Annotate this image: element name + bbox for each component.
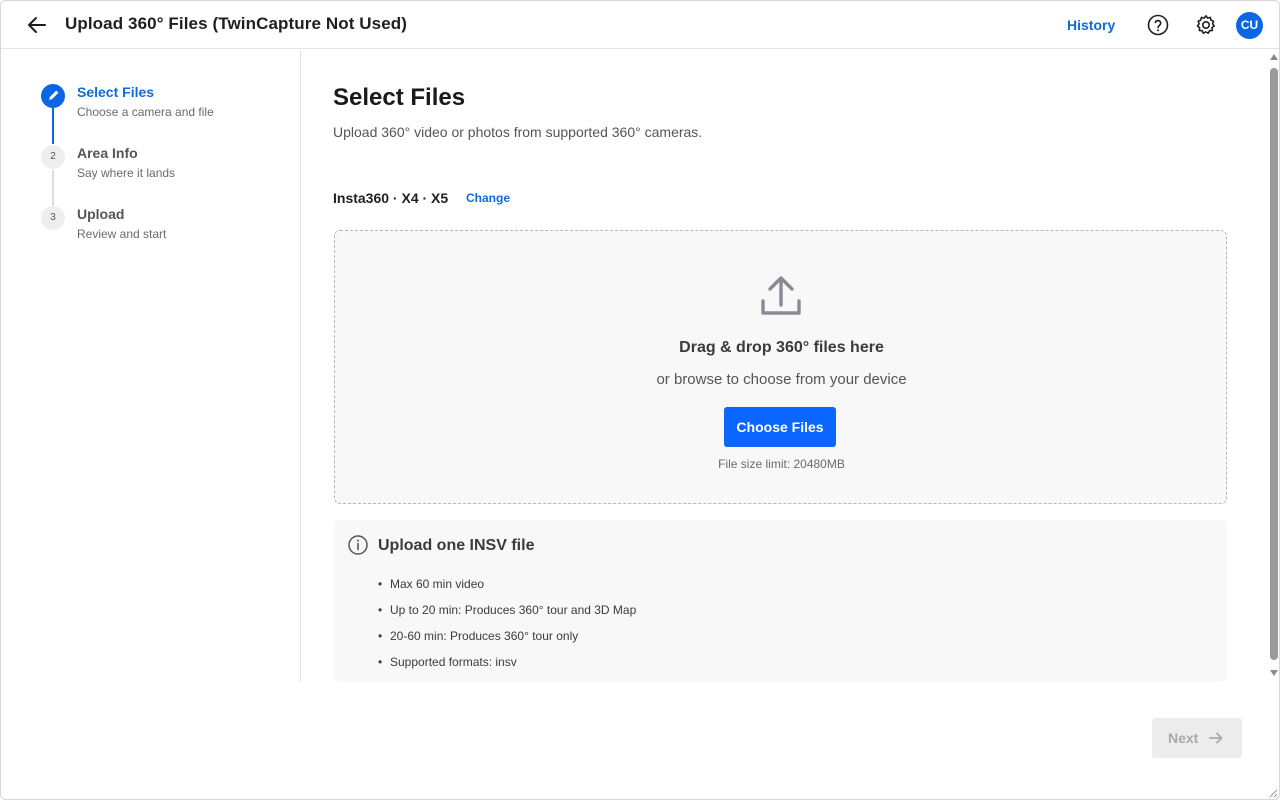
- scroll-down-arrow[interactable]: [1270, 670, 1278, 676]
- step-subtitle: Choose a camera and file: [77, 105, 214, 119]
- step-title: Select Files: [77, 84, 155, 100]
- file-dropzone[interactable]: Drag & drop 360° files here or browse to…: [334, 230, 1227, 504]
- gear-icon: [1196, 15, 1215, 34]
- history-link[interactable]: History: [1067, 17, 1115, 33]
- page-title: Select Files: [333, 84, 466, 111]
- choose-files-button[interactable]: Choose Files: [724, 407, 836, 447]
- resize-grip-icon[interactable]: [1269, 789, 1278, 798]
- change-camera-link[interactable]: Change: [466, 191, 510, 205]
- user-avatar[interactable]: CU: [1236, 12, 1263, 39]
- upload-info-panel: Upload one INSV file Max 60 min video Up…: [334, 520, 1227, 682]
- list-item: Max 60 min video: [378, 576, 636, 602]
- upload-icon: [761, 276, 801, 315]
- step-upload[interactable]: 3 Upload Review and start: [41, 206, 281, 256]
- list-item: Supported formats: insv: [378, 654, 636, 680]
- dropzone-subtitle: or browse to choose from your device: [656, 371, 907, 388]
- step-title: Area Info: [77, 145, 138, 161]
- info-title: Upload one INSV file: [378, 537, 535, 554]
- help-button[interactable]: [1146, 13, 1170, 37]
- step-subtitle: Review and start: [77, 227, 167, 241]
- next-button-label: Next: [1168, 730, 1199, 746]
- settings-button[interactable]: [1194, 13, 1218, 37]
- help-circle-icon: [1147, 14, 1169, 36]
- main-content: Select Files Upload 360° video or photos…: [302, 50, 1267, 682]
- file-size-limit: File size limit: 20480MB: [718, 457, 845, 471]
- step-subtitle: Say where it lands: [77, 166, 176, 180]
- scroll-up-arrow[interactable]: [1270, 54, 1278, 60]
- header: Upload 360° Files (TwinCapture Not Used)…: [1, 1, 1279, 49]
- step-1-indicator: [41, 84, 65, 108]
- page-description: Upload 360° video or photos from support…: [333, 124, 703, 140]
- step-title: Upload: [77, 206, 125, 222]
- pencil-icon: [49, 90, 59, 100]
- camera-name: Insta360 · X4 · X5: [333, 190, 449, 206]
- next-button[interactable]: Next: [1152, 718, 1242, 758]
- back-button[interactable]: [25, 13, 49, 37]
- vertical-scrollbar[interactable]: [1267, 50, 1279, 682]
- step-3-indicator: 3: [41, 206, 65, 230]
- scrollbar-thumb[interactable]: [1270, 68, 1278, 660]
- dropzone-title: Drag & drop 360° files here: [679, 339, 884, 356]
- step-select-files[interactable]: Select Files Choose a camera and file: [41, 84, 281, 134]
- stepper-sidebar: Select Files Choose a camera and file 2 …: [1, 50, 301, 682]
- list-item: Up to 20 min: Produces 360° tour and 3D …: [378, 602, 636, 628]
- list-item: 20-60 min: Produces 360° tour only: [378, 628, 636, 654]
- arrow-left-icon: [28, 17, 46, 33]
- app-window: Upload 360° Files (TwinCapture Not Used)…: [0, 0, 1280, 800]
- page-header-title: Upload 360° Files (TwinCapture Not Used): [65, 14, 408, 33]
- step-2-indicator: 2: [41, 145, 65, 169]
- info-bullet-list: Max 60 min video Up to 20 min: Produces …: [378, 576, 636, 680]
- arrow-right-icon: [1209, 732, 1223, 744]
- step-area-info[interactable]: 2 Area Info Say where it lands: [41, 145, 281, 195]
- info-icon: [348, 535, 368, 555]
